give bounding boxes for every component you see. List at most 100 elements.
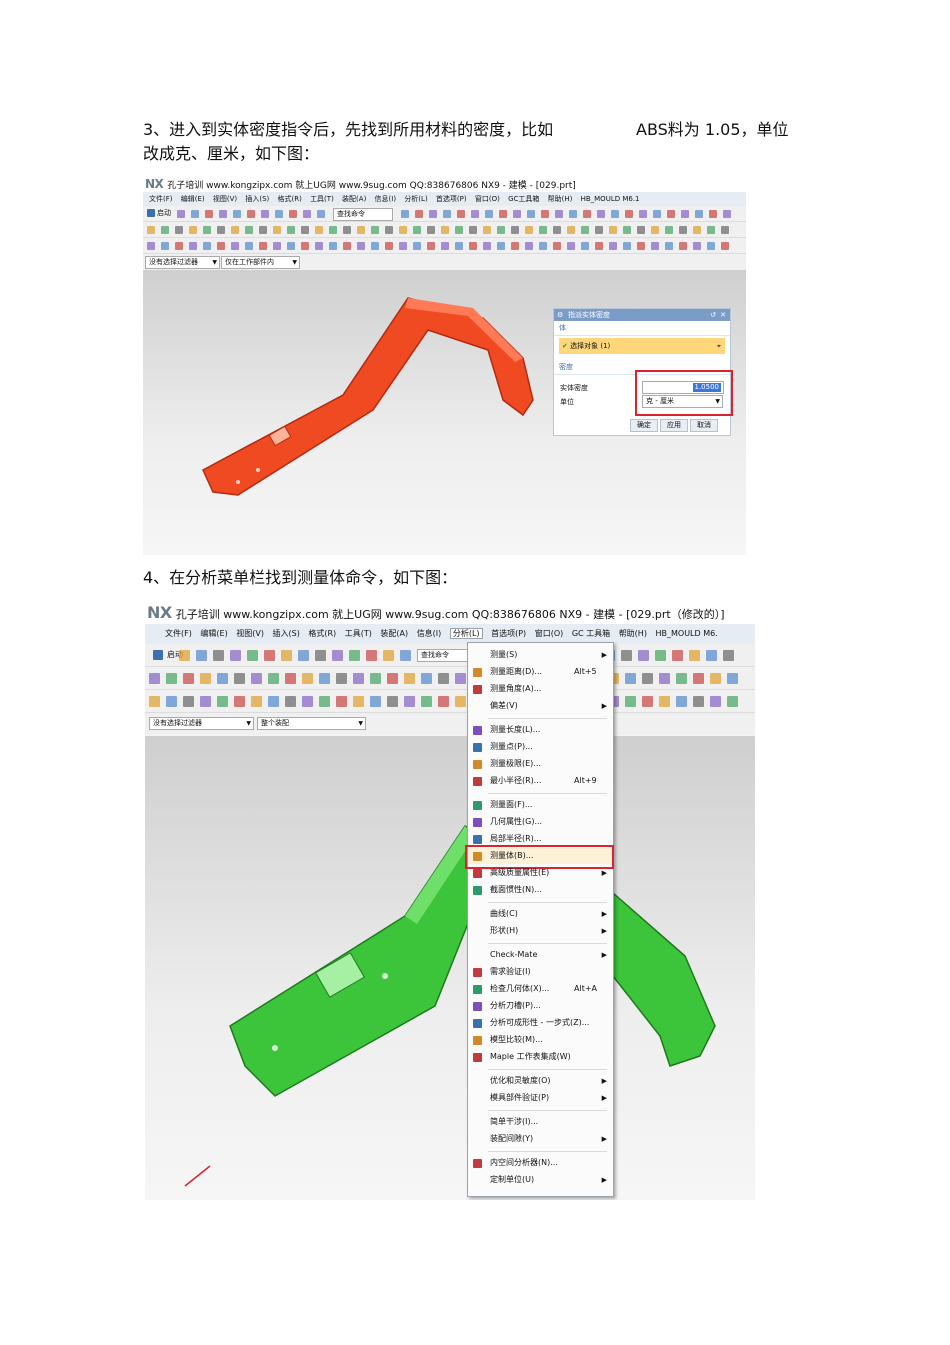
toolbar-button-icon[interactable]	[357, 226, 365, 234]
toolbar-button-icon[interactable]	[695, 210, 703, 218]
menu-assembly[interactable]: 装配(A)	[380, 629, 408, 638]
apply-button[interactable]: 应用	[660, 419, 688, 432]
toolbar-button-icon[interactable]	[332, 650, 343, 661]
toolbar-button-icon[interactable]	[357, 242, 365, 250]
menu-format[interactable]: 格式(R)	[308, 629, 336, 638]
toolbar-button-icon[interactable]	[343, 242, 351, 250]
toolbar-button-icon[interactable]	[205, 210, 213, 218]
menu-analysis[interactable]: 分析(L)	[404, 195, 427, 203]
toolbar-button-icon[interactable]	[234, 696, 245, 707]
menu-help[interactable]: 帮助(H)	[619, 629, 647, 638]
toolbar-button-icon[interactable]	[710, 673, 721, 684]
menu-analysis[interactable]: 分析(L)	[449, 628, 483, 639]
analysis-menu-item[interactable]: 检查几何体(X)... Alt+A	[468, 981, 613, 997]
toolbar-button-icon[interactable]	[693, 673, 704, 684]
toolbar-button-icon[interactable]	[268, 673, 279, 684]
toolbar-button-icon[interactable]	[676, 696, 687, 707]
analysis-menu-item[interactable]: 测量长度(L)...	[468, 722, 613, 738]
toolbar-button-icon[interactable]	[672, 650, 683, 661]
toolbar-button-icon[interactable]	[329, 242, 337, 250]
toolbar-button-icon[interactable]	[317, 210, 325, 218]
toolbar-button-icon[interactable]	[659, 696, 670, 707]
menu-info[interactable]: 信息(I)	[417, 629, 442, 638]
toolbar-button-icon[interactable]	[275, 210, 283, 218]
toolbar-button-icon[interactable]	[710, 696, 721, 707]
toolbar-button-icon[interactable]	[349, 650, 360, 661]
menu-preferences[interactable]: 首选项(P)	[491, 629, 526, 638]
toolbar-button-icon[interactable]	[689, 650, 700, 661]
toolbar-button-icon[interactable]	[203, 226, 211, 234]
menu-preferences[interactable]: 首选项(P)	[436, 195, 467, 203]
toolbar-button-icon[interactable]	[415, 210, 423, 218]
toolbar-button-icon[interactable]	[336, 673, 347, 684]
toolbar-button-icon[interactable]	[302, 673, 313, 684]
analysis-menu-item[interactable]: 偏差(V) ▶	[468, 698, 613, 714]
menu-tools[interactable]: 工具(T)	[310, 195, 334, 203]
toolbar-button-icon[interactable]	[287, 226, 295, 234]
toolbar-button-icon[interactable]	[653, 210, 661, 218]
toolbar-button-icon[interactable]	[469, 242, 477, 250]
toolbar-button-icon[interactable]	[438, 696, 449, 707]
analysis-menu-item[interactable]: 几何属性(G)...	[468, 814, 613, 830]
toolbar-button-icon[interactable]	[149, 673, 160, 684]
type-filter-select[interactable]: 没有选择过滤器 ▼	[149, 717, 254, 730]
toolbar-button-icon[interactable]	[621, 650, 632, 661]
toolbar-button-icon[interactable]	[289, 210, 297, 218]
toolbar-button-icon[interactable]	[581, 242, 589, 250]
toolbar-button-icon[interactable]	[583, 210, 591, 218]
toolbar-button-icon[interactable]	[443, 210, 451, 218]
toolbar-button-icon[interactable]	[261, 210, 269, 218]
start-icon[interactable]	[147, 209, 155, 217]
toolbar-button-icon[interactable]	[200, 673, 211, 684]
toolbar-button-icon[interactable]	[219, 210, 227, 218]
toolbar-button-icon[interactable]	[191, 210, 199, 218]
toolbar-button-icon[interactable]	[161, 226, 169, 234]
toolbar-button-icon[interactable]	[399, 242, 407, 250]
toolbar-button-icon[interactable]	[329, 226, 337, 234]
toolbar-button-icon[interactable]	[387, 696, 398, 707]
toolbar-button-icon[interactable]	[693, 242, 701, 250]
cancel-button[interactable]: 取消	[690, 419, 718, 432]
graphics-window[interactable]	[145, 736, 755, 1200]
toolbar-button-icon[interactable]	[161, 242, 169, 250]
toolbar-button-icon[interactable]	[387, 673, 398, 684]
toolbar-button-icon[interactable]	[637, 242, 645, 250]
toolbar-button-icon[interactable]	[366, 650, 377, 661]
analysis-menu-item[interactable]: 测量(S) ▶	[468, 647, 613, 663]
toolbar-button-icon[interactable]	[665, 242, 673, 250]
toolbar-button-icon[interactable]	[455, 673, 466, 684]
analysis-menu-item[interactable]: 曲线(C) ▶	[468, 906, 613, 922]
menu-window[interactable]: 窗口(O)	[535, 629, 564, 638]
analysis-menu-item[interactable]: 分析刀槽(P)...	[468, 998, 613, 1014]
toolbar-button-icon[interactable]	[315, 650, 326, 661]
toolbar-button-icon[interactable]	[183, 696, 194, 707]
start-label[interactable]: 启动	[157, 208, 171, 218]
toolbar-button-icon[interactable]	[427, 226, 435, 234]
toolbar-button-icon[interactable]	[179, 650, 190, 661]
analysis-menu-item[interactable]: 简单干涉(I)...	[468, 1114, 613, 1130]
menu-hb-mould[interactable]: HB_MOULD M6.1	[581, 195, 640, 203]
close-icon[interactable]: ✕	[720, 309, 726, 321]
toolbar-button-icon[interactable]	[175, 242, 183, 250]
toolbar-button-icon[interactable]	[245, 226, 253, 234]
toolbar-button-icon[interactable]	[217, 242, 225, 250]
analysis-menu-item[interactable]: 需求验证(I)	[468, 964, 613, 980]
menu-insert[interactable]: 插入(S)	[273, 629, 300, 638]
toolbar-button-icon[interactable]	[147, 242, 155, 250]
toolbar-button-icon[interactable]	[469, 226, 477, 234]
start-icon[interactable]	[153, 650, 163, 660]
toolbar-button-icon[interactable]	[183, 673, 194, 684]
analysis-menu-item[interactable]: 分析可成形性 - 一步式(Z)...	[468, 1015, 613, 1031]
toolbar-button-icon[interactable]	[285, 673, 296, 684]
toolbar-button-icon[interactable]	[625, 696, 636, 707]
menu-gc-toolbox[interactable]: GC工具箱	[508, 195, 539, 203]
toolbar-button-icon[interactable]	[203, 242, 211, 250]
toolbar-button-icon[interactable]	[651, 226, 659, 234]
menu-help[interactable]: 帮助(H)	[548, 195, 573, 203]
menu-insert[interactable]: 插入(S)	[245, 195, 269, 203]
toolbar-button-icon[interactable]	[567, 242, 575, 250]
analysis-menu-item[interactable]: Maple 工作表集成(W)	[468, 1049, 613, 1065]
analysis-menu-item[interactable]: 截面惯性(N)...	[468, 882, 613, 898]
graphics-window[interactable]: ⚙ 指派实体密度 ↺ ✕ 体 ✔ 选择对象 (1) ⌖ 密度 实体密度 1.05…	[143, 270, 746, 555]
toolbar-button-icon[interactable]	[497, 226, 505, 234]
